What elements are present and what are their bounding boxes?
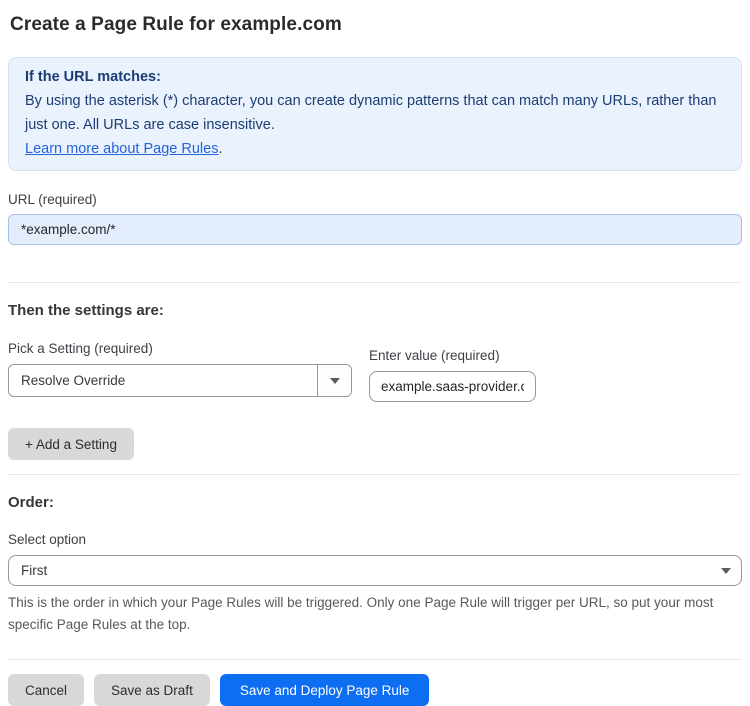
pick-setting-select[interactable]: Resolve Override <box>8 364 352 397</box>
settings-heading: Then the settings are: <box>8 302 164 319</box>
pick-setting-selected-value: Resolve Override <box>21 373 126 388</box>
url-match-info-box: If the URL matches: By using the asteris… <box>8 57 742 171</box>
learn-more-link[interactable]: Learn more about Page Rules <box>25 141 218 157</box>
divider <box>8 659 742 660</box>
enter-value-input[interactable] <box>369 371 536 402</box>
form-actions: Cancel Save as Draft Save and Deploy Pag… <box>8 674 742 706</box>
pick-setting-column: Pick a Setting (required) Resolve Overri… <box>8 319 352 402</box>
order-dropdown-button[interactable] <box>711 556 741 585</box>
order-selected-value: First <box>21 563 48 578</box>
chevron-down-icon <box>721 567 731 574</box>
url-input[interactable] <box>8 214 742 245</box>
info-box-link-line: Learn more about Page Rules. <box>25 137 725 161</box>
page-title: Create a Page Rule for example.com <box>10 14 342 35</box>
page-rule-form: Create a Page Rule for example.com If th… <box>0 0 750 706</box>
url-label: URL (required) <box>8 192 97 207</box>
divider <box>8 474 742 475</box>
pick-setting-dropdown-button[interactable] <box>317 365 351 396</box>
cancel-button[interactable]: Cancel <box>8 674 85 706</box>
save-as-draft-button[interactable]: Save as Draft <box>94 674 210 706</box>
add-setting-button[interactable]: + Add a Setting <box>8 428 134 460</box>
save-and-deploy-button[interactable]: Save and Deploy Page Rule <box>219 674 430 706</box>
divider <box>8 282 742 283</box>
order-select[interactable]: First <box>8 555 742 586</box>
chevron-down-icon <box>329 377 340 384</box>
info-box-heading: If the URL matches: <box>25 69 161 85</box>
order-heading: Order: <box>8 494 54 511</box>
select-option-label: Select option <box>8 532 87 547</box>
enter-value-label: Enter value (required) <box>369 348 500 363</box>
order-help-text: This is the order in which your Page Rul… <box>8 595 714 632</box>
info-box-body: By using the asterisk (*) character, you… <box>25 93 717 133</box>
pick-setting-label: Pick a Setting (required) <box>8 341 153 356</box>
settings-row: Pick a Setting (required) Resolve Overri… <box>8 319 742 402</box>
link-suffix: . <box>218 141 223 157</box>
enter-value-column: Enter value (required) <box>369 319 536 402</box>
